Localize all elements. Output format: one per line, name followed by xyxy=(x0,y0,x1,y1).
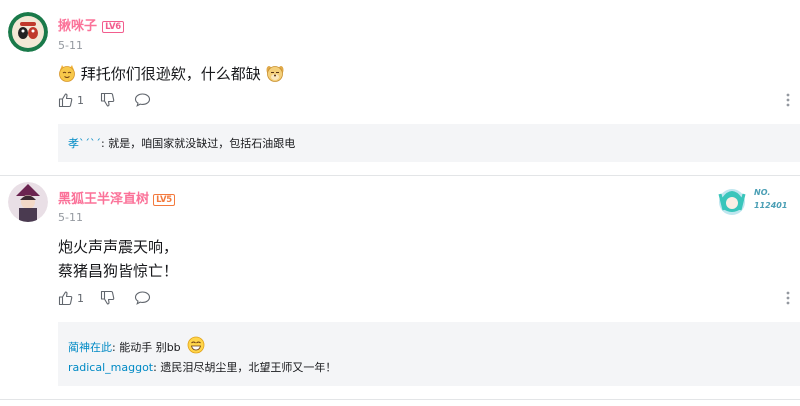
reply-item: radical_maggot: 遗民泪尽胡尘里，北望王师又一年！ xyxy=(68,360,336,376)
comment-text-line: 蔡猪昌狗皆惊亡！ xyxy=(58,262,179,280)
reply-box: 蔺神在此: 能动手 别bb radical_maggot: 遗民泪尽胡尘里，北望… xyxy=(58,322,800,386)
avatar[interactable] xyxy=(8,182,48,222)
reply-text: : 遗民泪尽胡尘里，北望王师又一年！ xyxy=(153,361,337,374)
reply-text: : 就是，咱国家就没缺过，包括石油跟电 xyxy=(101,137,296,150)
like-count: 1 xyxy=(77,292,84,305)
comment-actions: 1 xyxy=(58,290,798,308)
dog-smug-emoji-icon xyxy=(266,64,284,82)
reply-item: 孝ˋˊˋˊ: 就是，咱国家就没缺过，包括石油跟电 xyxy=(68,136,295,152)
more-vertical-icon[interactable] xyxy=(786,92,790,111)
comment-text: 炮火声声震天响， 蔡猪昌狗皆惊亡！ xyxy=(58,235,178,283)
level-badge: LV5 xyxy=(153,194,175,206)
badge-label: NO. xyxy=(754,188,771,197)
username[interactable]: 揪咪子 xyxy=(58,19,97,35)
cat-smug-emoji-icon xyxy=(58,64,76,82)
dislike-icon[interactable] xyxy=(100,290,116,310)
comment-text-body: 拜托你们很逊欸，什么都缺 xyxy=(80,65,261,83)
reply-username[interactable]: 蔺神在此 xyxy=(68,341,112,354)
reply-text: : 能动手 别bb xyxy=(112,341,181,354)
reply-item: 蔺神在此: 能动手 别bb xyxy=(68,336,205,356)
fan-number-badge: NO. 112401 xyxy=(716,184,788,220)
comment-text: 拜托你们很逊欸，什么都缺 xyxy=(58,62,284,86)
reply-box: 孝ˋˊˋˊ: 就是，咱国家就没缺过，包括石油跟电 xyxy=(58,124,800,162)
comment-date: 5-11 xyxy=(58,211,83,224)
reply-username[interactable]: radical_maggot xyxy=(68,361,153,374)
reply-icon[interactable] xyxy=(134,92,151,112)
badge-number: 112401 xyxy=(754,201,788,210)
divider xyxy=(0,399,800,400)
dislike-icon[interactable] xyxy=(100,92,116,112)
comment-item: 黑狐王半泽直树 LV5 5-11 NO. 112401 炮火声声震天响， 蔡猪昌… xyxy=(0,176,800,406)
avatar[interactable] xyxy=(8,12,48,52)
comment-item: 揪咪子 LV6 5-11 拜托你们很逊欸，什么都缺 1 孝ˋˊˋˊ: 就是，咱国… xyxy=(0,0,800,176)
reply-icon[interactable] xyxy=(134,290,151,310)
level-badge: LV6 xyxy=(102,21,124,33)
username[interactable]: 黑狐王半泽直树 xyxy=(58,192,149,208)
reply-username[interactable]: 孝ˋˊˋˊ xyxy=(68,137,101,150)
like-icon[interactable] xyxy=(58,290,74,310)
like-count: 1 xyxy=(77,94,84,107)
grin-emoji-icon xyxy=(187,336,205,354)
like-icon[interactable] xyxy=(58,92,74,112)
comment-actions: 1 xyxy=(58,92,798,110)
comment-date: 5-11 xyxy=(58,39,83,52)
comment-text-line: 炮火声声震天响， xyxy=(58,238,179,256)
more-vertical-icon[interactable] xyxy=(786,290,790,309)
